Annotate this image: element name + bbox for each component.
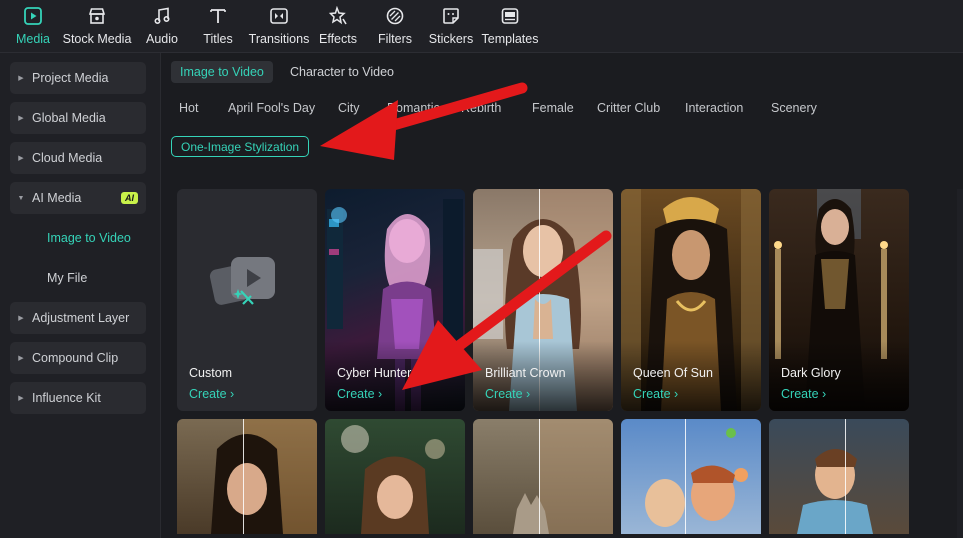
- tab-effects-label: Effects: [319, 32, 357, 46]
- template-card-queen-of-sun[interactable]: Queen Of Sun Create ›: [621, 189, 761, 411]
- template-card-dark-glory[interactable]: Dark Glory Create ›: [769, 189, 909, 411]
- stickers-icon: [440, 5, 462, 27]
- template-card-row2-2[interactable]: [325, 419, 465, 534]
- tab-stickers-label: Stickers: [428, 32, 474, 46]
- ai-badge: AI: [121, 192, 138, 204]
- tab-filters-label: Filters: [377, 32, 413, 46]
- category-city[interactable]: City: [338, 101, 360, 115]
- filters-icon: [384, 5, 406, 27]
- card-title: Cyber Hunter: [337, 366, 412, 380]
- caret-right-icon: ▶: [18, 155, 24, 162]
- sidebar-item-label: Project Media: [32, 71, 109, 85]
- sidebar-subitem-my-file[interactable]: My File: [47, 271, 87, 285]
- effects-icon: [327, 5, 349, 27]
- sidebar-item-label: Influence Kit: [32, 391, 101, 405]
- sidebar-subitem-image-to-video[interactable]: Image to Video: [47, 231, 131, 245]
- card-thumbnail-image: [211, 419, 317, 534]
- tab-image-to-video[interactable]: Image to Video: [171, 61, 273, 83]
- create-link[interactable]: Create ›: [485, 387, 530, 401]
- tab-filters[interactable]: Filters: [377, 0, 413, 52]
- sidebar-item-ai-media[interactable]: ▼ AI Media AI: [10, 182, 146, 214]
- caret-right-icon: ▶: [18, 75, 24, 82]
- card-thumbnail-image: [513, 419, 613, 534]
- text-t-icon: [207, 5, 229, 27]
- card-title: Dark Glory: [781, 366, 841, 380]
- tab-character-to-video[interactable]: Character to Video: [281, 61, 403, 83]
- category-female[interactable]: Female: [532, 101, 574, 115]
- caret-right-icon: ▶: [18, 115, 24, 122]
- card-thumbnail-image: [797, 449, 873, 534]
- template-card-row2-3[interactable]: [473, 419, 613, 534]
- main-panel: Image to Video Character to Video Hot Ap…: [161, 53, 963, 538]
- category-interaction[interactable]: Interaction: [685, 101, 743, 115]
- template-card-row2-1[interactable]: [177, 419, 317, 534]
- template-card-cyber-hunter[interactable]: Cyber Hunter Create ›: [325, 189, 465, 411]
- tab-media-label: Media: [15, 32, 51, 46]
- before-after-divider: [845, 419, 846, 534]
- tab-titles[interactable]: Titles: [200, 0, 236, 52]
- sidebar-item-project-media[interactable]: ▶ Project Media: [10, 62, 146, 94]
- category-rebirth[interactable]: Rebirth: [461, 101, 501, 115]
- card-thumbnail-image: [341, 425, 445, 534]
- create-link[interactable]: Create ›: [781, 387, 826, 401]
- tab-audio-label: Audio: [146, 32, 178, 46]
- sidebar-item-global-media[interactable]: ▶ Global Media: [10, 102, 146, 134]
- caret-right-icon: ▶: [18, 355, 24, 362]
- before-after-divider: [685, 419, 686, 534]
- sidebar-item-label: Adjustment Layer: [32, 311, 130, 325]
- caret-down-icon: ▼: [17, 194, 25, 202]
- template-card-brilliant-crown[interactable]: Brilliant Crown Create ›: [473, 189, 613, 411]
- sidebar-item-label: Cloud Media: [32, 151, 103, 165]
- one-image-stylization-pill[interactable]: One-Image Stylization: [171, 136, 310, 157]
- media-icon: [22, 5, 44, 27]
- category-romantic[interactable]: Romantic: [387, 101, 440, 115]
- tab-templates[interactable]: Templates: [481, 0, 539, 52]
- templates-icon: [499, 5, 521, 27]
- create-link[interactable]: Create ›: [337, 387, 382, 401]
- card-title: Queen Of Sun: [633, 366, 713, 380]
- tab-stickers[interactable]: Stickers: [428, 0, 474, 52]
- card-title: Brilliant Crown: [485, 366, 566, 380]
- custom-media-icon: [207, 249, 287, 324]
- sidebar-item-cloud-media[interactable]: ▶ Cloud Media: [10, 142, 146, 174]
- category-hot[interactable]: Hot: [179, 101, 198, 115]
- transitions-icon: [268, 5, 290, 27]
- template-card-row2-5[interactable]: [769, 419, 909, 534]
- tab-templates-label: Templates: [481, 32, 539, 46]
- caret-right-icon: ▶: [18, 395, 24, 402]
- music-note-icon: [151, 5, 173, 27]
- tab-transitions-label: Transitions: [248, 32, 310, 46]
- sidebar-item-label: Global Media: [32, 111, 106, 125]
- template-card-row2-4[interactable]: [621, 419, 761, 534]
- sidebar-item-label: AI Media: [32, 191, 82, 205]
- caret-right-icon: ▶: [18, 315, 24, 322]
- category-april-fools-day[interactable]: April Fool's Day: [228, 101, 315, 115]
- category-critter-club[interactable]: Critter Club: [597, 101, 660, 115]
- tab-stock-media-label: Stock Media: [62, 32, 132, 46]
- tab-titles-label: Titles: [203, 32, 233, 46]
- tab-stock-media[interactable]: Stock Media: [62, 0, 132, 52]
- sidebar-item-adjustment-layer[interactable]: ▶ Adjustment Layer: [10, 302, 146, 334]
- sidebar-item-label: Compound Clip: [32, 351, 119, 365]
- create-link[interactable]: Create ›: [633, 387, 678, 401]
- top-toolbar: Media Stock Media Audio Titles Transitio…: [0, 0, 963, 53]
- create-link[interactable]: Create ›: [189, 387, 234, 401]
- sidebar: ▶ Project Media ▶ Global Media ▶ Cloud M…: [0, 53, 161, 538]
- sidebar-item-compound-clip[interactable]: ▶ Compound Clip: [10, 342, 146, 374]
- sidebar-item-influence-kit[interactable]: ▶ Influence Kit: [10, 382, 146, 414]
- category-scenery[interactable]: Scenery: [771, 101, 817, 115]
- tab-audio[interactable]: Audio: [143, 0, 181, 52]
- scrollbar-track[interactable]: [957, 189, 963, 538]
- before-after-divider: [539, 419, 540, 534]
- tab-transitions[interactable]: Transitions: [248, 0, 310, 52]
- card-title: Custom: [189, 366, 233, 380]
- card-thumbnail-image: [645, 428, 748, 527]
- before-after-divider: [243, 419, 244, 534]
- tab-effects[interactable]: Effects: [318, 0, 358, 52]
- tab-media[interactable]: Media: [13, 0, 53, 52]
- stock-media-icon: [86, 5, 108, 27]
- template-card-custom[interactable]: Custom Create ›: [177, 189, 317, 411]
